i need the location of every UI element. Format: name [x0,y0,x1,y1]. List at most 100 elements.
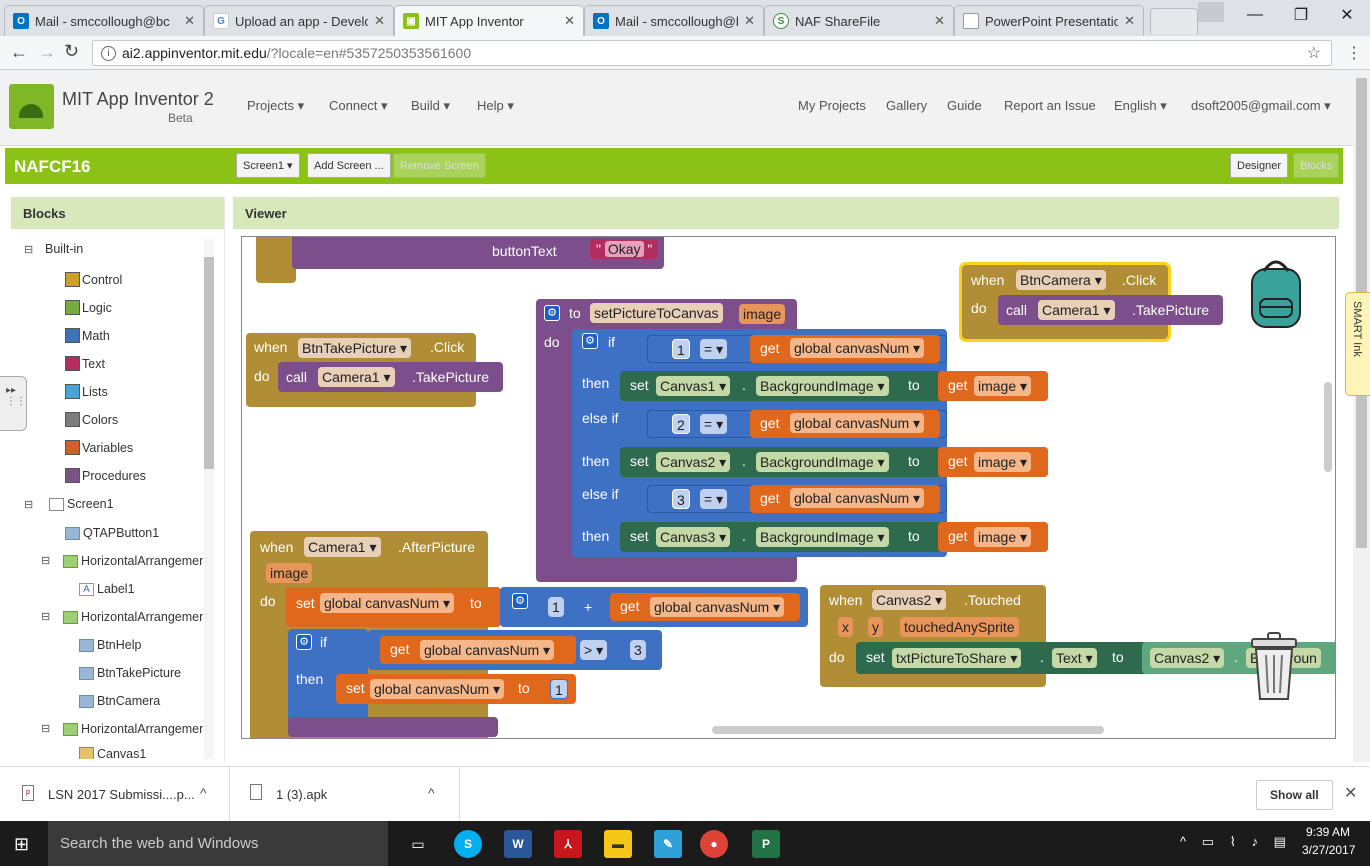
info-icon[interactable]: i [101,45,116,61]
var-dropdown[interactable]: global canvasNum ▾ [320,593,455,613]
download-item[interactable]: p LSN 2017 Submissi....p... ^ [0,767,230,822]
block-partial[interactable] [256,237,296,283]
tree-component[interactable]: HorizontalArrangemer [63,554,203,568]
url-input[interactable]: i ai2.appinventor.mit.edu/?locale=en#535… [92,40,1332,66]
collapse-icon[interactable]: ⊟ [41,610,50,623]
show-all-button[interactable]: Show all [1256,780,1333,810]
component-dropdown[interactable]: BtnCamera ▾ [1016,270,1106,290]
close-tab-icon[interactable]: ✕ [184,13,195,29]
tree-procedures[interactable]: Procedures [65,468,146,483]
var-dropdown[interactable]: global canvasNum ▾ [650,597,785,617]
compare-block[interactable]: 1 = ▾ get global canvasNum ▾ [647,335,947,363]
gear-icon[interactable]: ⚙ [296,634,312,650]
reload-icon[interactable]: ↻ [64,41,79,62]
notes-app-icon[interactable]: ✎ [654,830,682,858]
chevron-up-icon[interactable]: ^ [200,785,207,801]
var-dropdown[interactable]: image ▾ [974,527,1032,547]
blocks-button[interactable]: Blocks [1293,153,1340,178]
operator-dropdown[interactable]: = ▾ [700,339,728,359]
set-global-canvasnum[interactable]: set global canvasNum ▾ to 1 [336,674,576,704]
block-button-text[interactable]: buttonText " Okay " [292,237,664,269]
collapse-icon[interactable]: ⊟ [41,722,50,735]
link-guide[interactable]: Guide [947,98,982,113]
menu-help[interactable]: Help ▾ [477,98,514,114]
component-dropdown[interactable]: Camera1 ▾ [318,367,395,387]
new-tab-button[interactable] [1150,8,1198,34]
tree-component[interactable]: BtnTakePicture [79,666,181,680]
chrome-icon[interactable]: ● [700,830,728,858]
tree-component[interactable]: BtnCamera [79,694,160,708]
windows-start-icon[interactable]: ⊞ [14,834,29,855]
close-downloads-icon[interactable]: ✕ [1344,783,1357,803]
browser-tab[interactable]: S NAF ShareFile ✕ [764,5,954,36]
close-tab-icon[interactable]: ✕ [934,13,945,29]
block-partial[interactable] [288,717,498,737]
menu-projects[interactable]: Projects ▾ [247,98,304,114]
param-image[interactable]: image [266,563,313,583]
tree-screen1[interactable]: Screen1 [49,497,114,511]
var-dropdown[interactable]: global canvasNum ▾ [790,488,925,508]
tree-component[interactable]: BtnHelp [79,638,141,652]
collapse-icon[interactable]: ⊟ [24,498,33,511]
tree-control[interactable]: Control [65,272,122,287]
user-profile-icon[interactable] [1198,2,1224,22]
component-dropdown[interactable]: BtnTakePicture ▾ [298,338,412,358]
menu-build[interactable]: Build ▾ [411,98,450,114]
remove-screen-button[interactable]: Remove Screen [393,153,486,178]
bookmark-star-icon[interactable]: ☆ [1307,43,1321,63]
menu-account[interactable]: dsoft2005@gmail.com ▾ [1191,98,1331,114]
page-scrollbar[interactable] [1353,70,1370,762]
browser-tab-active[interactable]: ▣ MIT App Inventor ✕ [394,5,584,36]
browser-tab[interactable]: O Mail - smccollough@bc ✕ [584,5,764,36]
close-window-icon[interactable]: ✕ [1324,0,1370,30]
property-dropdown[interactable]: Text ▾ [1052,648,1097,668]
collapse-icon[interactable]: ⊟ [41,554,50,567]
file-explorer-icon[interactable]: ▬ [604,830,632,858]
component-dropdown[interactable]: Camera1 ▾ [1038,300,1115,320]
operator-dropdown[interactable]: = ▾ [700,414,728,434]
gear-icon[interactable]: ⚙ [512,593,528,609]
close-tab-icon[interactable]: ✕ [1124,13,1135,29]
link-gallery[interactable]: Gallery [886,98,927,113]
taskbar-search-input[interactable]: Search the web and Windows [48,821,388,866]
tree-component[interactable]: A Label1 [79,582,135,596]
property-dropdown[interactable]: BackgroundImage ▾ [756,376,889,396]
tree-scrollbar[interactable] [204,239,214,759]
tree-builtin[interactable]: Built-in [45,242,83,256]
tree-component[interactable]: HorizontalArrangemer [63,722,203,736]
minimize-icon[interactable]: — [1232,0,1278,30]
var-dropdown[interactable]: image ▾ [974,376,1032,396]
compare-block[interactable]: 3 = ▾ get global canvasNum ▾ [647,485,947,513]
tree-lists[interactable]: Lists [65,384,108,399]
screen-select[interactable]: Screen1 ▾ [236,153,300,178]
tree-component[interactable]: Canvas1 [79,747,146,759]
link-report-issue[interactable]: Report an Issue [1004,98,1096,113]
compare-gt-block[interactable]: get global canvasNum ▾ > ▾ 3 [368,630,662,670]
system-tray-icons[interactable]: ^ ▭ ⌇ ♪ ▤ [1180,834,1292,850]
component-dropdown[interactable]: Canvas2 ▾ [1150,648,1225,668]
compare-block[interactable]: 2 = ▾ get global canvasNum ▾ [647,410,947,438]
backpack-icon[interactable] [1246,251,1306,331]
var-dropdown[interactable]: image ▾ [974,452,1032,472]
add-screen-button[interactable]: Add Screen ... [307,153,391,178]
designer-button[interactable]: Designer [1230,153,1289,178]
component-dropdown[interactable]: Canvas3 ▾ [656,527,731,547]
component-dropdown[interactable]: txtPictureToShare ▾ [892,648,1022,668]
download-item[interactable]: 1 (3).apk ^ [232,767,460,822]
tree-logic[interactable]: Logic [65,300,112,315]
smart-ink-tab[interactable]: SMART Ink [1345,292,1370,396]
chevron-up-icon[interactable]: ^ [428,785,435,801]
param-touchedanysprite[interactable]: touchedAnySprite [900,617,1019,637]
math-add-block[interactable]: ⚙ 1 + get global canvasNum ▾ [500,587,808,627]
tree-variables[interactable]: Variables [65,440,133,455]
call-camera1-takepicture[interactable]: call Camera1 ▾ .TakePicture [278,362,503,392]
tree-component[interactable]: QTAPButton1 [65,526,159,540]
side-panel-tab-icon[interactable]: ▸▸ ⋮⋮ [0,376,27,431]
operator-dropdown[interactable]: = ▾ [700,489,728,509]
close-tab-icon[interactable]: ✕ [564,13,575,29]
forward-icon[interactable]: → [38,42,56,63]
param-x[interactable]: x [838,617,853,637]
text-literal[interactable]: " Okay " [590,239,659,259]
param-y[interactable]: y [868,617,883,637]
link-my-projects[interactable]: My Projects [798,98,866,113]
